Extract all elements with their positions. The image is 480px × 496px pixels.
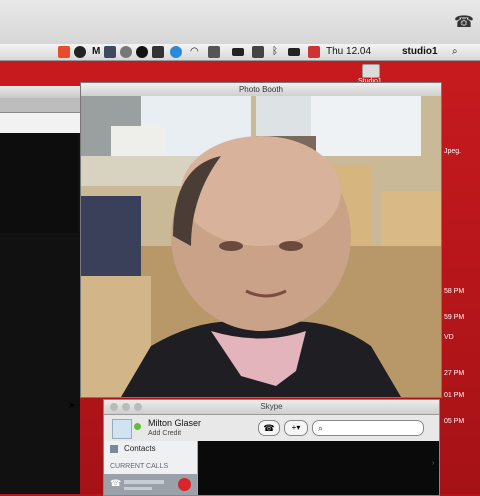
menubar-clock[interactable]: Thu 12.04: [326, 44, 371, 60]
window-pane: [0, 113, 80, 133]
close-button[interactable]: [110, 403, 118, 411]
call-video-area: [198, 441, 439, 495]
desktop-file-label[interactable]: VD: [444, 334, 454, 341]
screen-top-strip: [0, 0, 480, 44]
menu-bar: M ◠ ᛒ Thu 12.04 studio1 ⌕: [0, 44, 480, 61]
photobooth-window[interactable]: Photo Booth: [80, 82, 442, 398]
flag-icon[interactable]: [308, 46, 320, 58]
camera-feed-image: [81, 96, 441, 397]
desktop-file-label[interactable]: 01 PM: [444, 392, 464, 399]
window-content: [0, 133, 78, 233]
hangup-button[interactable]: [178, 478, 191, 491]
record-icon[interactable]: [136, 46, 148, 58]
skype-title[interactable]: Skype: [104, 400, 439, 415]
search-icon: ⌕: [318, 423, 324, 433]
camera-preview: [81, 96, 441, 397]
tray-icon[interactable]: [104, 46, 116, 58]
mouse-cursor-icon: ➤: [68, 400, 76, 410]
zoom-button[interactable]: [134, 403, 142, 411]
menubar-user[interactable]: studio1: [402, 44, 438, 60]
skype-sidebar: Contacts CURRENT CALLS ☎: [104, 441, 198, 495]
sound-icon[interactable]: [252, 46, 264, 58]
search-input[interactable]: ⌕: [312, 420, 424, 436]
current-calls-heading: CURRENT CALLS: [110, 463, 169, 470]
desktop-file-label[interactable]: 58 PM: [444, 288, 464, 295]
avatar[interactable]: [112, 419, 132, 439]
sync-icon[interactable]: [152, 46, 164, 58]
home-icon[interactable]: [74, 46, 86, 58]
desktop-file-label[interactable]: 27 PM: [444, 370, 464, 377]
call-phone-button[interactable]: ☎: [258, 420, 280, 436]
current-call-item[interactable]: ☎: [104, 474, 197, 495]
battery-icon[interactable]: [288, 48, 300, 56]
online-status-icon: [134, 423, 141, 430]
window-toolbar: [0, 98, 80, 113]
contact-name[interactable]: Milton Glaser: [148, 418, 201, 428]
bluetooth-icon[interactable]: ᛒ: [272, 44, 278, 60]
contacts-icon: [110, 445, 118, 453]
spotlight-search-icon[interactable]: ⌕: [452, 44, 458, 60]
wifi-icon[interactable]: ◠: [190, 44, 199, 60]
add-credit-link[interactable]: Add Credit: [148, 430, 181, 437]
sidebar-item-contacts[interactable]: Contacts: [124, 444, 156, 453]
phone-icon: ☎: [110, 478, 122, 488]
window-titlebar[interactable]: [0, 86, 80, 98]
skype-header: Milton Glaser Add Credit ☎ +▾ ⌕: [104, 415, 439, 442]
chevron-right-icon[interactable]: ›: [432, 460, 434, 467]
skype-icon[interactable]: [170, 46, 182, 58]
photobooth-title[interactable]: Photo Booth: [81, 83, 441, 97]
background-window[interactable]: [0, 86, 80, 494]
mail-icon[interactable]: M: [92, 44, 100, 60]
timemachine-icon[interactable]: [208, 46, 220, 58]
phone-icon[interactable]: ☎: [454, 14, 474, 32]
gear-icon[interactable]: [120, 46, 132, 58]
desktop-file-label[interactable]: Jpeg.: [444, 148, 461, 155]
display-icon[interactable]: [232, 48, 244, 56]
skype-window[interactable]: Skype Milton Glaser Add Credit ☎ +▾ ⌕ Co…: [103, 399, 440, 496]
desktop-file-label[interactable]: 05 PM: [444, 418, 464, 425]
call-contact-label: [124, 480, 164, 484]
drive-icon[interactable]: [362, 64, 380, 78]
desktop-file-label[interactable]: 59 PM: [444, 314, 464, 321]
app-icon[interactable]: [58, 46, 70, 58]
call-duration-label: [124, 487, 152, 490]
add-button[interactable]: +▾: [284, 420, 308, 436]
minimize-button[interactable]: [122, 403, 130, 411]
